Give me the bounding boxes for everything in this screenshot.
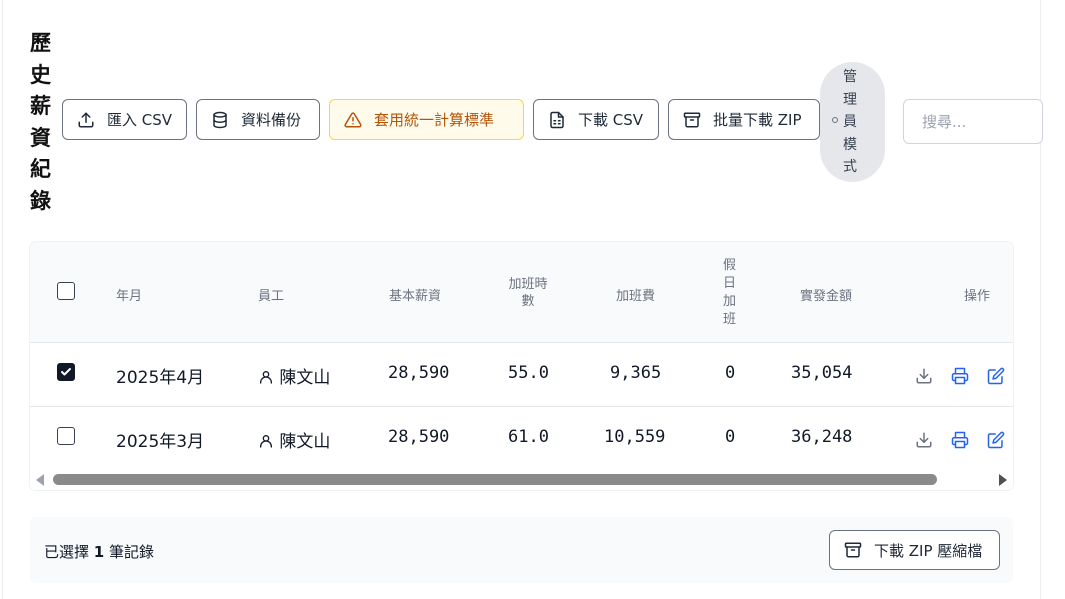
selection-prefix: 已選擇	[44, 543, 90, 561]
download-zip-label: 下載 ZIP 壓縮檔	[874, 541, 983, 560]
file-spreadsheet-icon	[550, 111, 564, 128]
scroll-left-arrow-icon[interactable]	[36, 474, 44, 486]
admin-mode-label: 管理員模式	[843, 69, 857, 176]
cell-ot-pay: 9,365	[610, 363, 662, 383]
horizontal-scrollbar[interactable]	[30, 470, 1013, 488]
select-all-checkbox[interactable]	[57, 282, 75, 300]
employee-name: 陳文山	[279, 432, 331, 452]
row-checkbox[interactable]	[57, 427, 75, 445]
col-holiday-ot: 假日加班	[723, 258, 737, 327]
selection-footer: 已選擇 1 筆記錄 下載 ZIP 壓縮檔	[30, 517, 1013, 583]
cell-base-salary: 28,590	[388, 363, 450, 383]
radio-dot-icon	[832, 117, 838, 123]
selection-count: 1	[93, 543, 105, 561]
cell-month: 2025年3月	[116, 432, 205, 452]
download-icon[interactable]	[915, 367, 933, 385]
warning-icon	[344, 111, 362, 127]
row-checkbox[interactable]	[57, 363, 75, 381]
search-input[interactable]	[903, 99, 1043, 144]
print-icon[interactable]	[951, 367, 969, 385]
col-base-salary: 基本薪資	[389, 289, 442, 304]
bulk-zip-label: 批量下載 ZIP	[713, 111, 802, 129]
page-title: 歷史薪資紀錄	[30, 31, 51, 213]
admin-mode-toggle[interactable]: 管理員模式	[820, 62, 885, 182]
backup-label: 資料備份	[241, 111, 302, 129]
edit-icon[interactable]	[987, 367, 1005, 385]
col-ot-pay: 加班費	[616, 289, 656, 304]
cell-net-pay: 35,054	[791, 363, 853, 383]
download-csv-label: 下載 CSV	[578, 111, 644, 129]
edit-icon[interactable]	[987, 431, 1005, 449]
cell-base-salary: 28,590	[388, 427, 450, 447]
download-icon[interactable]	[915, 431, 933, 449]
cell-employee: 陳文山	[258, 427, 330, 452]
cell-holiday-ot: 0	[725, 363, 736, 383]
cell-month: 2025年4月	[116, 368, 205, 388]
cell-ot-hours: 61.0	[508, 427, 549, 447]
selection-summary: 已選擇 1 筆記錄	[44, 541, 154, 562]
upload-icon	[78, 112, 94, 127]
col-actions: 操作	[964, 289, 991, 304]
cell-ot-hours: 55.0	[508, 363, 549, 383]
import-csv-label: 匯入 CSV	[107, 111, 173, 129]
download-csv-button[interactable]: 下載 CSV	[533, 99, 659, 140]
database-icon	[213, 111, 227, 128]
salary-table: 年月 員工 基本薪資 加班時數 加班費 假日加班 實發金額 操作 2025年4月…	[30, 242, 1013, 490]
col-ot-hours: 加班時數	[508, 277, 548, 309]
employee-name: 陳文山	[279, 368, 331, 388]
archive-icon	[683, 112, 701, 127]
archive-icon	[844, 542, 862, 558]
import-csv-button[interactable]: 匯入 CSV	[62, 99, 187, 140]
download-zip-button[interactable]: 下載 ZIP 壓縮檔	[829, 530, 1000, 570]
scrollbar-thumb[interactable]	[53, 474, 937, 485]
table-row: 2025年4月 陳文山 28,590 55.0 9,365 0 35,054	[30, 343, 1013, 407]
print-icon[interactable]	[951, 431, 969, 449]
backup-button[interactable]: 資料備份	[196, 99, 320, 140]
apply-standard-button[interactable]: 套用統一計算標準	[329, 99, 524, 140]
col-month: 年月	[116, 289, 143, 304]
table-row: 2025年3月 陳文山 28,590 61.0 10,559 0 36,248	[30, 407, 1013, 471]
cell-net-pay: 36,248	[791, 427, 853, 447]
check-icon	[61, 368, 71, 376]
apply-standard-label: 套用統一計算標準	[374, 111, 495, 129]
user-icon	[260, 371, 272, 384]
table-header: 年月 員工 基本薪資 加班時數 加班費 假日加班 實發金額 操作	[30, 242, 1013, 343]
selection-suffix: 筆記錄	[109, 543, 155, 561]
scroll-right-arrow-icon[interactable]	[999, 474, 1007, 486]
bulk-zip-button[interactable]: 批量下載 ZIP	[668, 99, 820, 140]
col-employee: 員工	[258, 289, 285, 304]
user-icon	[260, 435, 272, 448]
cell-employee: 陳文山	[258, 363, 330, 388]
cell-holiday-ot: 0	[725, 427, 736, 447]
col-net-pay: 實發金額	[800, 289, 853, 304]
cell-ot-pay: 10,559	[604, 427, 666, 447]
